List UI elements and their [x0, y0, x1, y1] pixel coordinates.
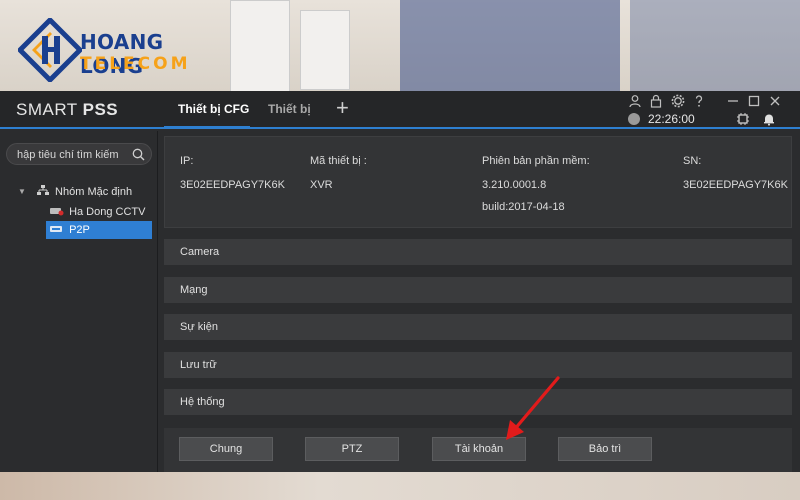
- device-config-panel: IP: 3E02EEDPAGY7K6K Mã thiết bị : XVR Ph…: [164, 136, 792, 472]
- ip-value: 3E02EEDPAGY7K6K: [180, 179, 285, 191]
- smartpss-window: SMART PSS Thiết bị CFG Thiết bị + 22:26:…: [0, 91, 800, 472]
- app-title: SMART PSS: [16, 100, 118, 120]
- firmware-value: 3.210.0001.8: [482, 179, 547, 191]
- section-storage[interactable]: Lưu trữ: [164, 352, 792, 378]
- close-icon[interactable]: [768, 94, 782, 108]
- section-network[interactable]: Mạng: [164, 277, 792, 303]
- app-title-light: SMART: [16, 100, 83, 119]
- background-bottom: [0, 472, 800, 500]
- user-icon[interactable]: [628, 94, 642, 108]
- firmware-build: build:2017-04-18: [482, 201, 565, 213]
- search-input[interactable]: [17, 147, 127, 162]
- model-value: XVR: [310, 179, 333, 191]
- search-box: [6, 143, 152, 165]
- tree-item-device-selected[interactable]: P2P: [46, 221, 152, 239]
- sn-value: 3E02EEDPAGY7K6K: [683, 179, 788, 191]
- lock-icon[interactable]: [649, 94, 663, 108]
- device-info-panel: IP: 3E02EEDPAGY7K6K Mã thiết bị : XVR Ph…: [164, 136, 792, 228]
- firmware-label: Phiên bản phần mềm:: [482, 155, 590, 167]
- system-actions: Chung PTZ Tài khoản Bảo trì: [164, 428, 792, 472]
- org-tree-icon: [36, 185, 49, 195]
- bell-icon[interactable]: [762, 112, 776, 126]
- tab-devices[interactable]: Thiết bị: [268, 102, 311, 116]
- tree-group-default[interactable]: ▼ Nhóm Mặc định: [18, 185, 132, 201]
- ptz-button[interactable]: PTZ: [305, 437, 399, 461]
- tree-group-label: Nhóm Mặc định: [55, 186, 133, 198]
- maintenance-button[interactable]: Bảo trì: [558, 437, 652, 461]
- logo-icon: [18, 18, 82, 82]
- tree-item-label: P2P: [69, 224, 90, 236]
- expand-arrow-icon[interactable]: ▼: [18, 187, 26, 196]
- section-event[interactable]: Sự kiện: [164, 314, 792, 340]
- clock-time: 22:26:00: [648, 112, 695, 126]
- section-system[interactable]: Hệ thống: [164, 389, 792, 415]
- sn-label: SN:: [683, 155, 702, 167]
- model-label: Mã thiết bị :: [310, 155, 367, 167]
- gear-icon[interactable]: [671, 94, 685, 108]
- device-icon: [50, 226, 62, 232]
- add-tab-button[interactable]: +: [336, 95, 349, 121]
- device-tree-sidebar: ▼ Nhóm Mặc định Ha Dong CCTV P2P: [0, 131, 158, 472]
- title-bar: SMART PSS Thiết bị CFG Thiết bị + 22:26:…: [0, 91, 800, 129]
- tree-item-label: Ha Dong CCTV: [69, 206, 146, 218]
- minimize-icon[interactable]: [726, 94, 740, 108]
- section-camera[interactable]: Camera: [164, 239, 792, 265]
- active-tab-indicator: [164, 126, 250, 129]
- clock-icon: [628, 113, 640, 125]
- help-icon[interactable]: [692, 94, 706, 108]
- search-icon[interactable]: [132, 148, 145, 161]
- cpu-icon[interactable]: [736, 112, 750, 126]
- brand-logo: HOANG LONG TELECOM: [18, 14, 218, 84]
- device-offline-icon: [50, 208, 64, 216]
- ip-label: IP:: [180, 155, 194, 167]
- tab-device-cfg[interactable]: Thiết bị CFG: [178, 102, 249, 116]
- maximize-icon[interactable]: [747, 94, 761, 108]
- tree-item-device[interactable]: Ha Dong CCTV: [46, 203, 152, 221]
- logo-text-secondary: TELECOM: [80, 54, 191, 74]
- account-button[interactable]: Tài khoản: [432, 437, 526, 461]
- general-button[interactable]: Chung: [179, 437, 273, 461]
- app-title-bold: PSS: [82, 100, 119, 119]
